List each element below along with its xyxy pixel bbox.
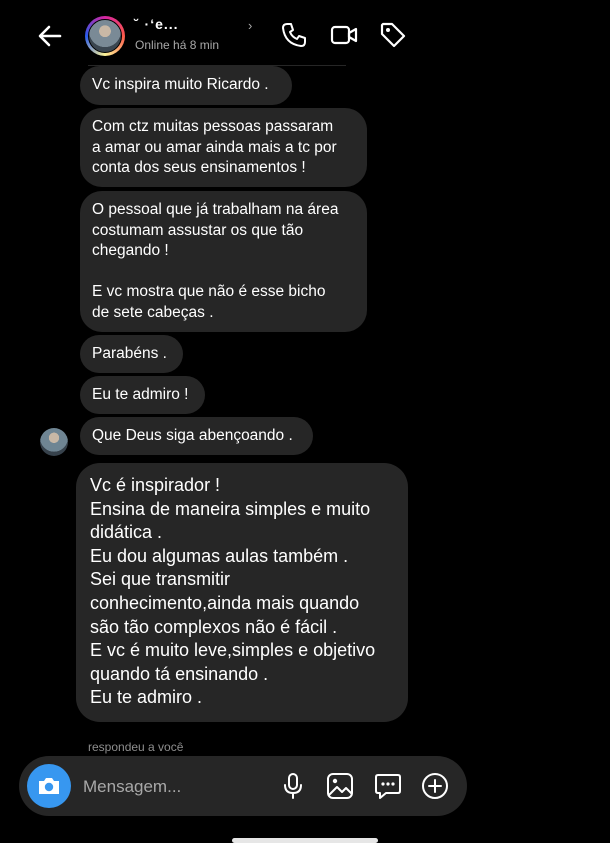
- message-bubble[interactable]: Eu te admiro !: [80, 376, 205, 414]
- message-input[interactable]: [81, 774, 265, 800]
- sticker-icon[interactable]: [373, 771, 403, 801]
- home-indicator: [232, 838, 378, 843]
- online-status: Online há 8 min: [135, 38, 220, 52]
- chevron-right-icon[interactable]: ›: [248, 18, 252, 33]
- message-bubble[interactable]: Que Deus siga abençoando .: [80, 417, 313, 455]
- reply-label: respondeu a você: [88, 740, 184, 754]
- message-bubble[interactable]: Vc é inspirador ! Ensina de maneira simp…: [76, 463, 408, 722]
- back-arrow-icon[interactable]: [34, 20, 66, 52]
- message-bubble[interactable]: O pessoal que já trabalham na área costu…: [80, 191, 367, 332]
- message-bubble[interactable]: Parabéns .: [80, 335, 183, 373]
- plus-icon[interactable]: [420, 771, 450, 801]
- message-bubble[interactable]: Com ctz muitas pessoas passaram a amar o…: [80, 108, 367, 187]
- camera-icon: [39, 778, 59, 794]
- message-bubble[interactable]: Vc inspira muito Ricardo .: [80, 66, 292, 105]
- gallery-icon[interactable]: [325, 771, 355, 801]
- contact-name[interactable]: ˘ ·‘e...: [134, 16, 179, 32]
- camera-button[interactable]: [27, 764, 71, 808]
- sender-avatar[interactable]: [40, 428, 68, 456]
- microphone-icon[interactable]: [278, 771, 308, 801]
- video-camera-icon[interactable]: [329, 20, 359, 50]
- message-composer: [19, 756, 467, 816]
- tag-icon[interactable]: [378, 20, 408, 50]
- contact-avatar[interactable]: [85, 16, 125, 56]
- chat-header: ˘ ·‘e... › Online há 8 min: [0, 0, 610, 70]
- phone-icon[interactable]: [279, 20, 309, 50]
